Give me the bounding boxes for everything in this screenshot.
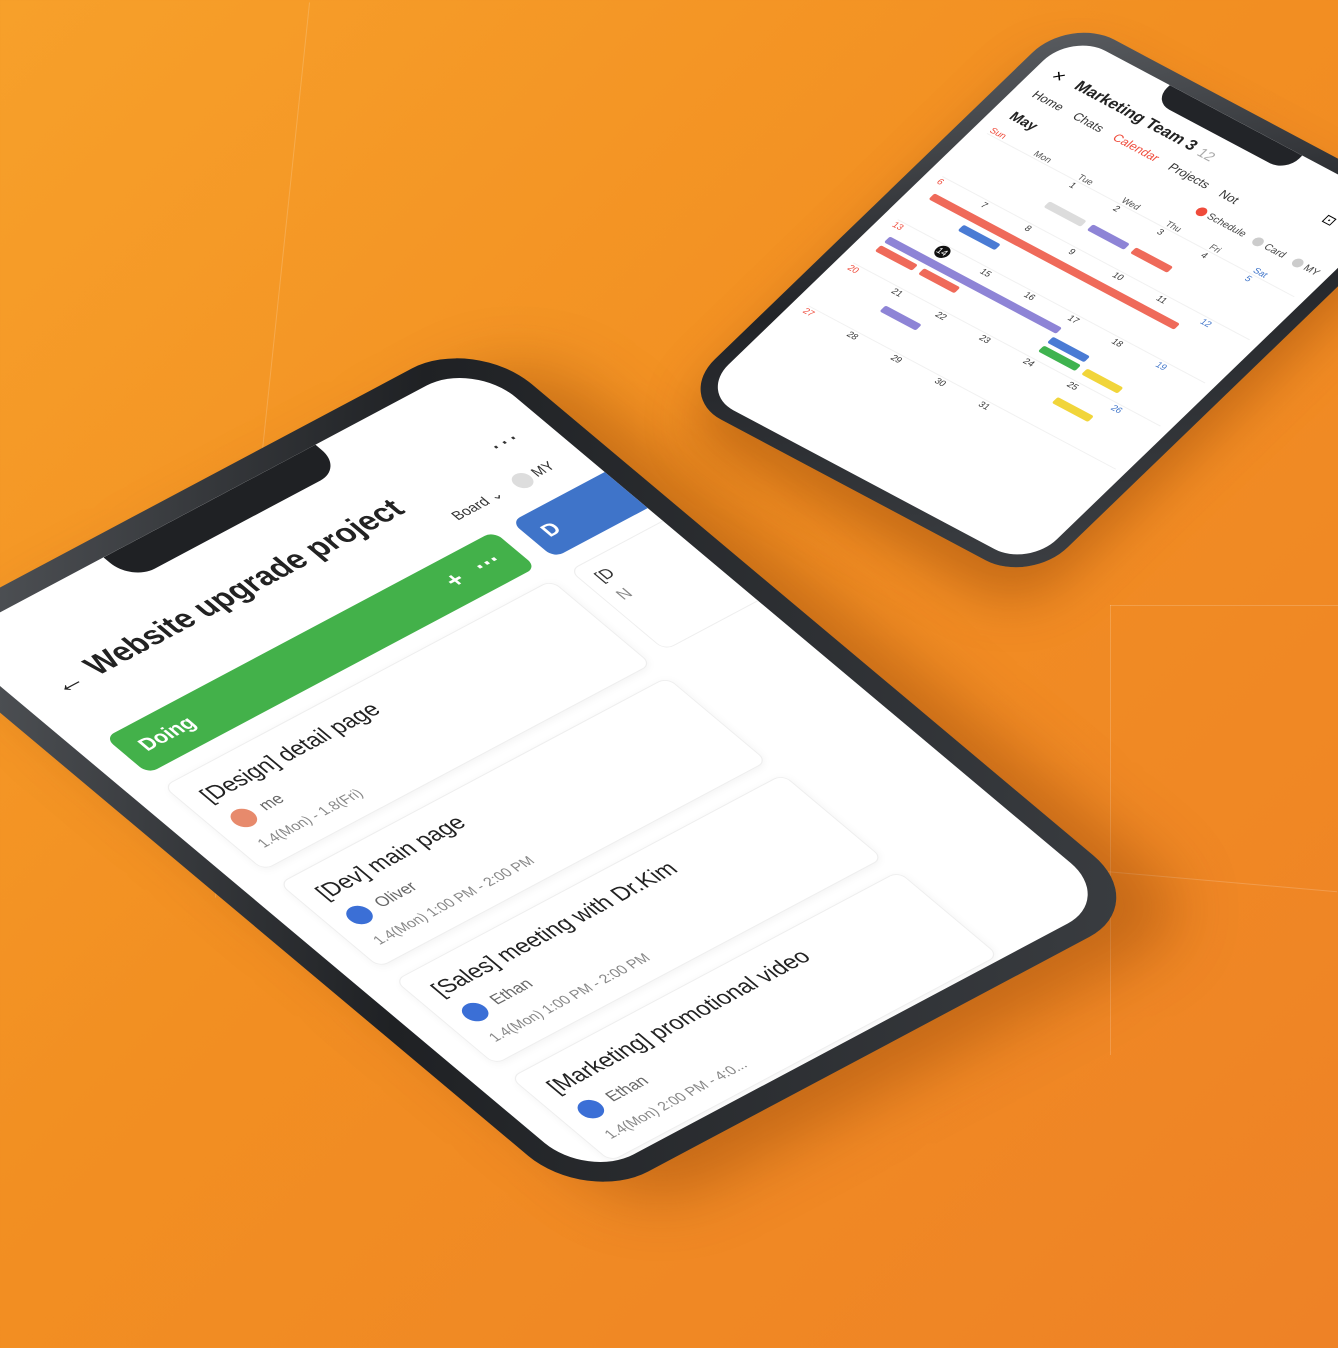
member-count: 12 bbox=[1193, 144, 1220, 164]
close-icon[interactable]: × bbox=[1047, 66, 1071, 86]
column-menu-icon[interactable]: ··· bbox=[466, 548, 510, 579]
assignee-name: Oliver bbox=[370, 879, 422, 911]
add-schedule-icon[interactable]: ⊡ bbox=[1318, 211, 1338, 229]
filter-my[interactable]: MY bbox=[1289, 257, 1322, 278]
background-line bbox=[1110, 605, 1338, 606]
filter-label: Card bbox=[1260, 242, 1289, 261]
assignee-name: Ethan bbox=[601, 1073, 653, 1105]
avatar bbox=[456, 999, 494, 1025]
add-card-icon[interactable]: + bbox=[438, 568, 474, 594]
assignee-name: Ethan bbox=[486, 976, 538, 1008]
month-label: May bbox=[1006, 108, 1043, 134]
column-title: Doing bbox=[132, 712, 202, 755]
calendar-phone: × Marketing Team 3 12 ⊡ ⚙ Home Chats Cal… bbox=[676, 16, 1338, 584]
assignee-name: me bbox=[254, 791, 289, 814]
more-options-icon[interactable]: ··· bbox=[478, 424, 529, 459]
doing-column: Doing + ··· [Design] detail page me 1.4(… bbox=[104, 531, 1002, 1165]
background-line bbox=[1110, 605, 1111, 1055]
avatar bbox=[572, 1096, 610, 1122]
filter-card[interactable]: Card bbox=[1249, 236, 1288, 260]
filter-label: MY bbox=[1300, 263, 1322, 279]
back-arrow-icon[interactable]: ← bbox=[43, 665, 94, 700]
filter-label: Schedule bbox=[1203, 211, 1249, 240]
tab-notes[interactable]: Not bbox=[1215, 187, 1242, 206]
avatar bbox=[340, 902, 379, 928]
avatar bbox=[225, 805, 263, 831]
